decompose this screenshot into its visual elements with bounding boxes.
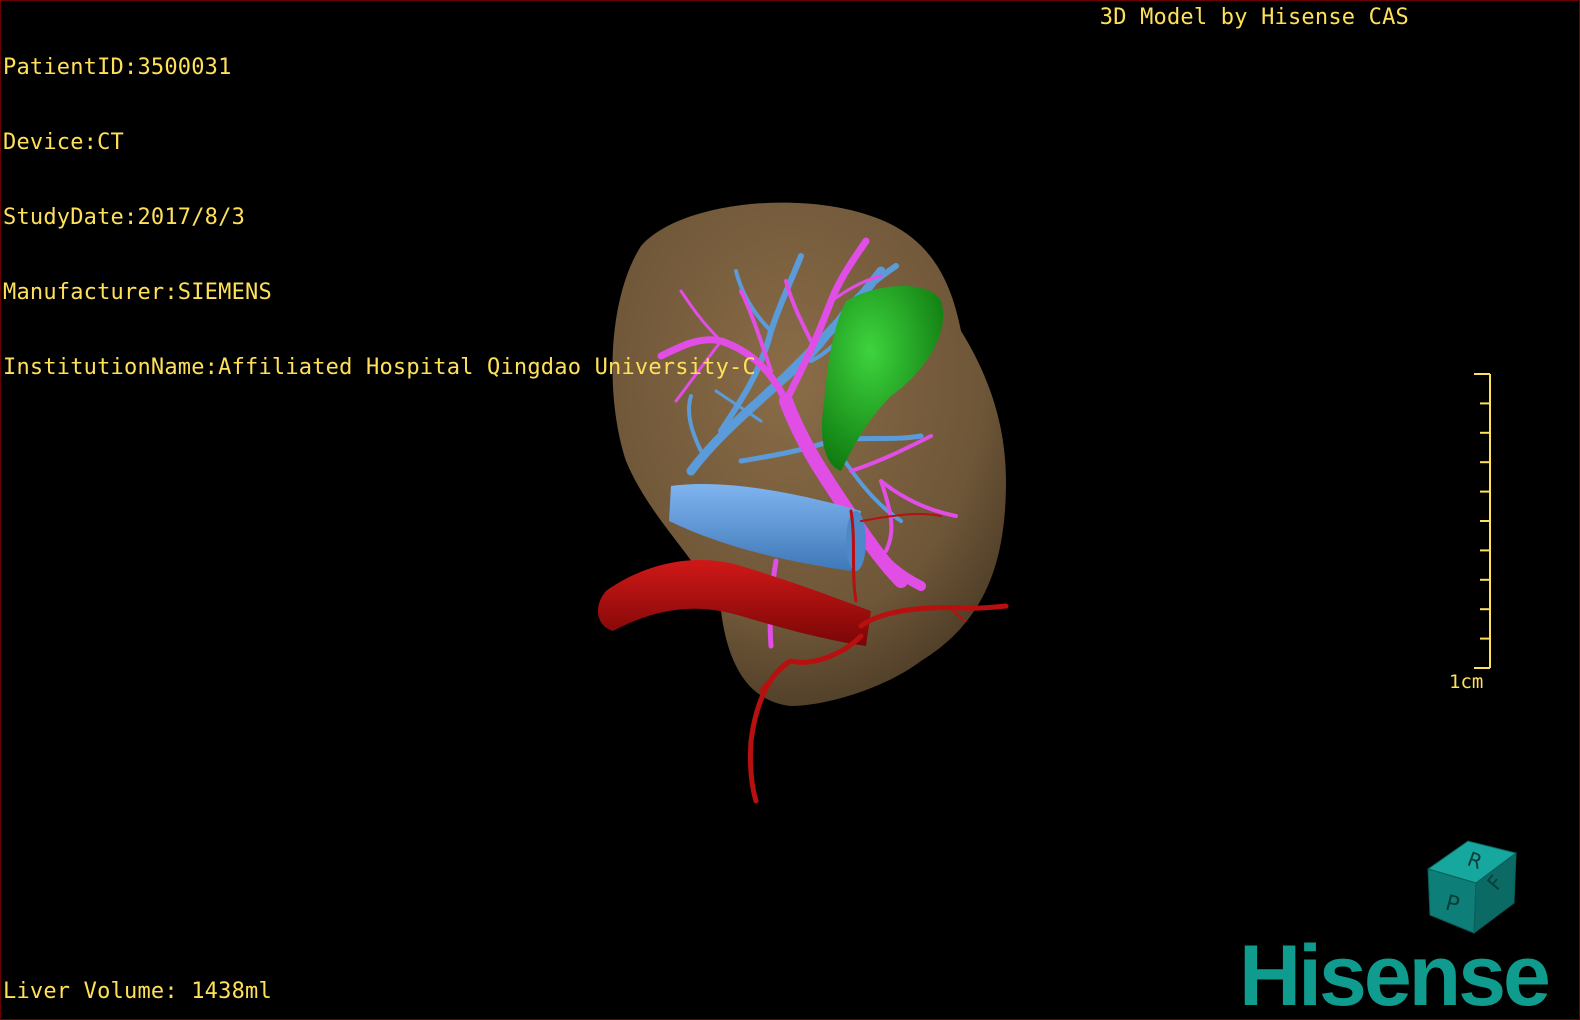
manufacturer: Manufacturer:SIEMENS	[3, 280, 272, 305]
model-brand-caption: 3D Model by Hisense CAS	[1099, 5, 1409, 30]
scale-label: 1cm	[1449, 671, 1484, 693]
orientation-cube[interactable]: R F P	[1416, 831, 1526, 941]
3d-viewport[interactable]: PatientID:3500031 Device:CT StudyDate:20…	[0, 0, 1580, 1020]
liver-volume: Liver Volume: 1438ml	[3, 979, 272, 1004]
hisense-logo: Hisense	[1239, 928, 1551, 1020]
patient-id: PatientID:3500031	[3, 55, 232, 80]
patient-info-block: PatientID:3500031 Device:CT StudyDate:20…	[3, 5, 756, 430]
scale-bar	[1474, 373, 1491, 669]
device: Device:CT	[3, 130, 125, 155]
study-date: StudyDate:2017/8/3	[3, 205, 246, 230]
institution-name: InstitutionName:Affiliated Hospital Qing…	[3, 355, 756, 380]
